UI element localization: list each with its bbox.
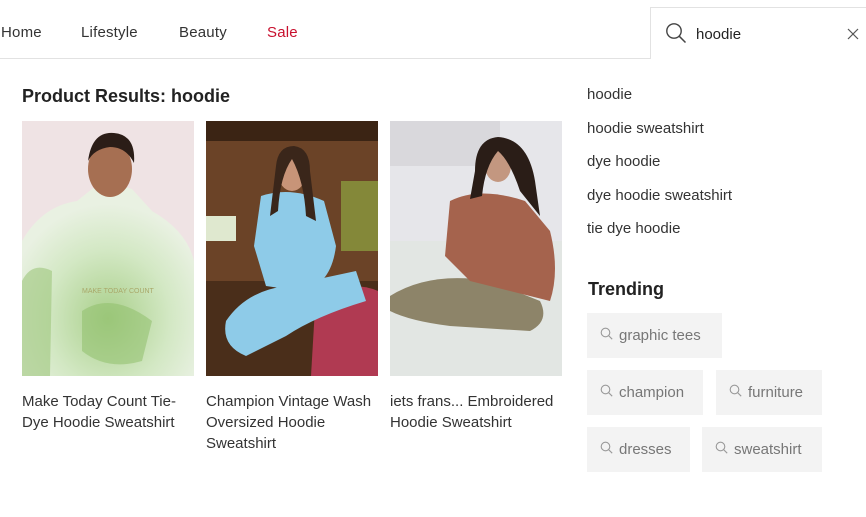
product-card[interactable]: iets frans... Embroidered Hoodie Sweatsh…	[390, 121, 562, 433]
suggestion-item[interactable]: dye hoodie	[587, 153, 732, 187]
trending-chip-sweatshirt[interactable]: sweatshirt	[702, 427, 822, 472]
trending-title: Trending	[588, 279, 664, 299]
main-nav: Home Lifestyle Beauty Sale	[0, 0, 651, 59]
trending-chip-champion[interactable]: champion	[587, 370, 703, 415]
search-icon	[600, 384, 613, 397]
suggestion-item[interactable]: dye hoodie sweatshirt	[587, 187, 732, 221]
nav-item-beauty[interactable]: Beauty	[179, 24, 227, 41]
search-icon[interactable]	[665, 22, 687, 44]
product-card[interactable]: Champion Vintage Wash Oversized Hoodie S…	[206, 121, 378, 454]
chip-label: dresses	[619, 441, 672, 458]
search-suggestions: hoodie hoodie sweatshirt dye hoodie dye …	[587, 86, 732, 254]
product-card[interactable]: MAKE TODAY COUNT Make Today Count Tie-Dy…	[22, 121, 194, 433]
search-results-page: Home Lifestyle Beauty Sale Product Resul…	[0, 0, 866, 517]
close-icon[interactable]	[846, 27, 860, 41]
product-image[interactable]	[206, 121, 378, 376]
chip-label: champion	[619, 384, 685, 401]
trending-chip-dresses[interactable]: dresses	[587, 427, 690, 472]
product-name[interactable]: iets frans... Embroidered Hoodie Sweatsh…	[390, 391, 562, 433]
product-image[interactable]: MAKE TODAY COUNT	[22, 121, 194, 376]
suggestion-item[interactable]: tie dye hoodie	[587, 220, 732, 254]
chip-label: furniture	[748, 384, 804, 401]
suggestion-item[interactable]: hoodie sweatshirt	[587, 120, 732, 154]
nav-item-lifestyle[interactable]: Lifestyle	[81, 24, 138, 41]
product-image[interactable]	[390, 121, 562, 376]
search-icon	[729, 384, 742, 397]
product-name[interactable]: Champion Vintage Wash Oversized Hoodie S…	[206, 391, 378, 454]
product-results-title: Product Results: hoodie	[22, 86, 231, 106]
product-name[interactable]: Make Today Count Tie-Dye Hoodie Sweatshi…	[22, 391, 194, 433]
nav-item-home[interactable]: Home	[1, 24, 42, 41]
search-icon	[600, 327, 613, 340]
nav-item-sale[interactable]: Sale	[267, 24, 298, 41]
search-icon	[715, 441, 728, 454]
chip-label: graphic tees	[619, 327, 701, 344]
search-input[interactable]	[696, 22, 826, 46]
trending-chip-graphic-tees[interactable]: graphic tees	[587, 313, 722, 358]
search-icon	[600, 441, 613, 454]
chip-label: sweatshirt	[734, 441, 802, 458]
trending-chip-furniture[interactable]: furniture	[716, 370, 822, 415]
svg-text:MAKE TODAY COUNT: MAKE TODAY COUNT	[82, 288, 155, 295]
search-box	[650, 7, 866, 59]
suggestion-item[interactable]: hoodie	[587, 86, 732, 120]
